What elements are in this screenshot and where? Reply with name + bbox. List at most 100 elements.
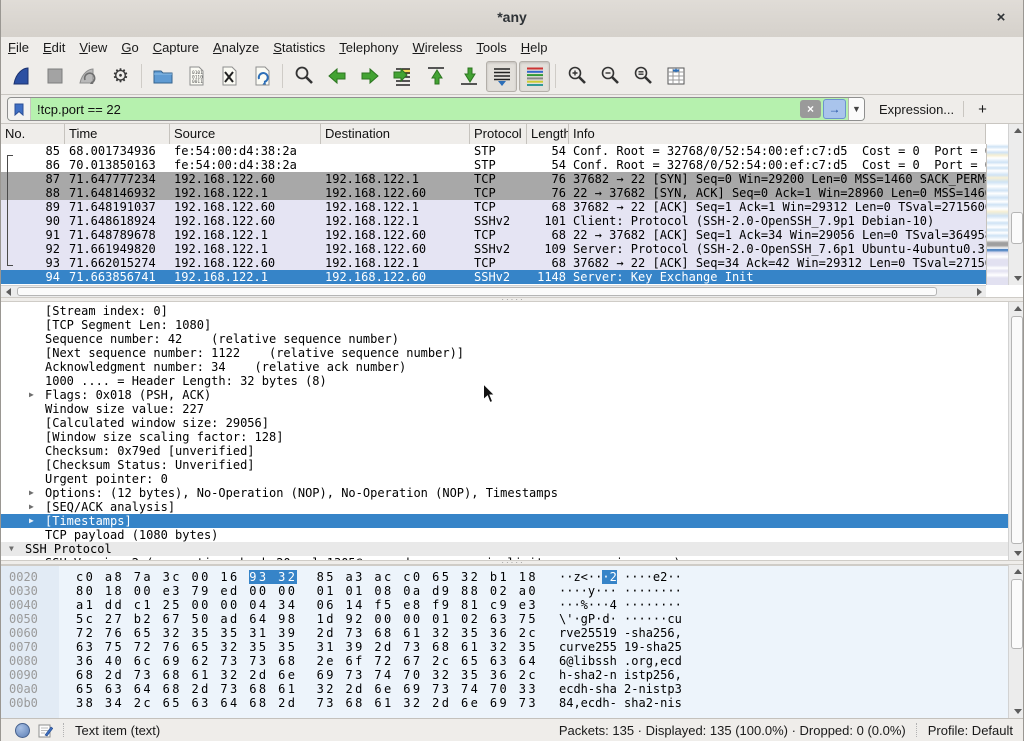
scroll-up-arrow[interactable] [1009, 302, 1024, 315]
hex-row[interactable]: 0020c0 a8 7a 3c 00 16 93 32 85 a3 ac c0 … [1, 570, 1008, 584]
scroll-up-arrow[interactable] [1009, 124, 1024, 137]
capture-options-button[interactable]: ⚙ [105, 61, 136, 92]
detail-line-timestamps-selected[interactable]: ▶[Timestamps] [1, 514, 1008, 528]
start-capture-button[interactable] [6, 61, 37, 92]
open-file-button[interactable] [147, 61, 178, 92]
packet-row-selected[interactable]: 9471.663856741192.168.122.1192.168.122.6… [1, 270, 986, 284]
go-to-packet-button[interactable] [387, 61, 418, 92]
detail-line[interactable]: Window size value: 227 [1, 402, 1008, 416]
column-header-no[interactable]: No. [1, 124, 65, 144]
hex-row[interactable]: 007063 75 72 76 65 32 35 35 31 39 2d 73 … [1, 640, 1008, 654]
detail-line[interactable]: [Window size scaling factor: 128] [1, 430, 1008, 444]
packet-minimap[interactable] [986, 144, 1009, 285]
capture-comment-icon[interactable] [38, 723, 53, 738]
scrollbar-thumb[interactable] [17, 287, 937, 296]
hex-row[interactable]: 008036 40 6c 69 62 73 73 68 2e 6f 72 67 … [1, 654, 1008, 668]
detail-line[interactable]: [Next sequence number: 1122 (relative se… [1, 346, 1008, 360]
menu-help[interactable]: Help [514, 38, 555, 57]
scrollbar-thumb[interactable] [1011, 316, 1023, 544]
column-header-length[interactable]: Length [527, 124, 569, 144]
detail-line[interactable]: Acknowledgment number: 34 (relative ack … [1, 360, 1008, 374]
menu-go[interactable]: Go [114, 38, 145, 57]
go-first-packet-button[interactable] [420, 61, 451, 92]
detail-line[interactable]: TCP payload (1080 bytes) [1, 528, 1008, 542]
hex-row[interactable]: 00a065 63 64 68 2d 73 68 61 32 2d 6e 69 … [1, 682, 1008, 696]
column-header-time[interactable]: Time [65, 124, 170, 144]
menu-tools[interactable]: Tools [469, 38, 513, 57]
hex-row[interactable]: 0040a1 dd c1 25 00 00 04 34 06 14 f5 e8 … [1, 598, 1008, 612]
packet-list-vscrollbar[interactable] [1008, 124, 1024, 285]
filter-clear-button[interactable]: × [800, 100, 821, 118]
filter-bookmark-button[interactable] [8, 98, 31, 120]
detail-line[interactable]: [Calculated window size: 29056] [1, 416, 1008, 430]
hex-row[interactable]: 00b038 34 2c 65 63 64 68 2d 73 68 61 32 … [1, 696, 1008, 710]
detail-line[interactable]: 1000 .... = Header Length: 32 bytes (8) [1, 374, 1008, 388]
zoom-out-button[interactable] [594, 61, 625, 92]
resize-columns-button[interactable] [660, 61, 691, 92]
detail-line[interactable]: Checksum: 0x79ed [unverified] [1, 444, 1008, 458]
scrollbar-thumb[interactable] [1011, 579, 1023, 649]
menu-telephony[interactable]: Telephony [332, 38, 405, 57]
hex-row[interactable]: 006072 76 65 32 35 35 31 39 2d 73 68 61 … [1, 626, 1008, 640]
filter-apply-button[interactable]: → [823, 99, 846, 119]
packet-row[interactable]: 8771.647777234192.168.122.60192.168.122.… [1, 172, 986, 186]
packet-row[interactable]: 9171.648789678192.168.122.1192.168.122.6… [1, 228, 986, 242]
detail-line[interactable]: [Checksum Status: Unverified] [1, 458, 1008, 472]
detail-line-options[interactable]: ▶Options: (12 bytes), No-Operation (NOP)… [1, 486, 1008, 500]
packet-row[interactable]: 8670.013850163fe:54:00:d4:38:2aSTP54Conf… [1, 158, 986, 172]
column-header-destination[interactable]: Destination [321, 124, 470, 144]
add-filter-button[interactable]: + [973, 101, 992, 118]
hex-row[interactable]: 00505c 27 b2 67 50 ad 64 98 1d 92 00 00 … [1, 612, 1008, 626]
detail-line[interactable]: Urgent pointer: 0 [1, 472, 1008, 486]
expert-info-icon[interactable] [15, 723, 30, 738]
packet-row[interactable]: 9071.648618924192.168.122.60192.168.122.… [1, 214, 986, 228]
detail-line-seq-ack[interactable]: ▶[SEQ/ACK analysis] [1, 500, 1008, 514]
go-back-button[interactable] [321, 61, 352, 92]
auto-scroll-button[interactable] [486, 61, 517, 92]
detail-line[interactable]: Sequence number: 42 (relative sequence n… [1, 332, 1008, 346]
packet-row[interactable]: 8971.648191037192.168.122.60192.168.122.… [1, 200, 986, 214]
detail-line[interactable]: [TCP Segment Len: 1080] [1, 318, 1008, 332]
close-window-button[interactable]: × [991, 8, 1011, 28]
scroll-down-arrow[interactable] [1009, 272, 1024, 285]
hex-row[interactable]: 009068 2d 73 68 61 32 2d 6e 69 73 74 70 … [1, 668, 1008, 682]
find-packet-button[interactable] [288, 61, 319, 92]
scroll-down-arrow[interactable] [1009, 705, 1024, 718]
filter-history-dropdown[interactable]: ▼ [848, 98, 864, 120]
stop-capture-button[interactable] [39, 61, 70, 92]
packet-list-hscrollbar[interactable] [1, 285, 986, 297]
colorize-button[interactable] [519, 61, 550, 92]
reload-file-button[interactable] [246, 61, 277, 92]
go-forward-button[interactable] [354, 61, 385, 92]
menu-statistics[interactable]: Statistics [266, 38, 332, 57]
scroll-up-arrow[interactable] [1009, 565, 1024, 578]
scroll-down-arrow[interactable] [1009, 547, 1024, 560]
menu-edit[interactable]: Edit [36, 38, 72, 57]
display-filter-input[interactable] [31, 99, 800, 119]
close-file-button[interactable] [213, 61, 244, 92]
menu-capture[interactable]: Capture [146, 38, 206, 57]
scrollbar-thumb[interactable] [1011, 212, 1023, 244]
bytes-vscrollbar[interactable] [1008, 565, 1024, 718]
packet-row[interactable]: 9271.661949820192.168.122.1192.168.122.6… [1, 242, 986, 256]
menu-file[interactable]: File [1, 38, 36, 57]
restart-capture-button[interactable] [72, 61, 103, 92]
menu-view[interactable]: View [72, 38, 114, 57]
hex-row[interactable]: 003080 18 00 e3 79 ed 00 00 01 01 08 0a … [1, 584, 1008, 598]
packet-row[interactable]: 8871.648146932192.168.122.1192.168.122.6… [1, 186, 986, 200]
detail-line-flags[interactable]: ▶Flags: 0x018 (PSH, ACK) [1, 388, 1008, 402]
details-vscrollbar[interactable] [1008, 302, 1024, 560]
column-header-protocol[interactable]: Protocol [470, 124, 527, 144]
column-header-info[interactable]: Info [569, 124, 986, 144]
expression-button[interactable]: Expression... [879, 102, 954, 117]
packet-row[interactable]: 8568.001734936fe:54:00:d4:38:2aSTP54Conf… [1, 144, 986, 158]
packet-row[interactable]: 9371.662015274192.168.122.60192.168.122.… [1, 256, 986, 270]
go-last-packet-button[interactable] [453, 61, 484, 92]
column-header-source[interactable]: Source [170, 124, 321, 144]
menu-wireless[interactable]: Wireless [406, 38, 470, 57]
zoom-in-button[interactable] [561, 61, 592, 92]
detail-line[interactable]: [Stream index: 0] [1, 304, 1008, 318]
zoom-original-button[interactable] [627, 61, 658, 92]
detail-line-ssh-protocol[interactable]: ▼SSH Protocol [1, 542, 1008, 556]
save-file-button[interactable]: 010101100011 [180, 61, 211, 92]
